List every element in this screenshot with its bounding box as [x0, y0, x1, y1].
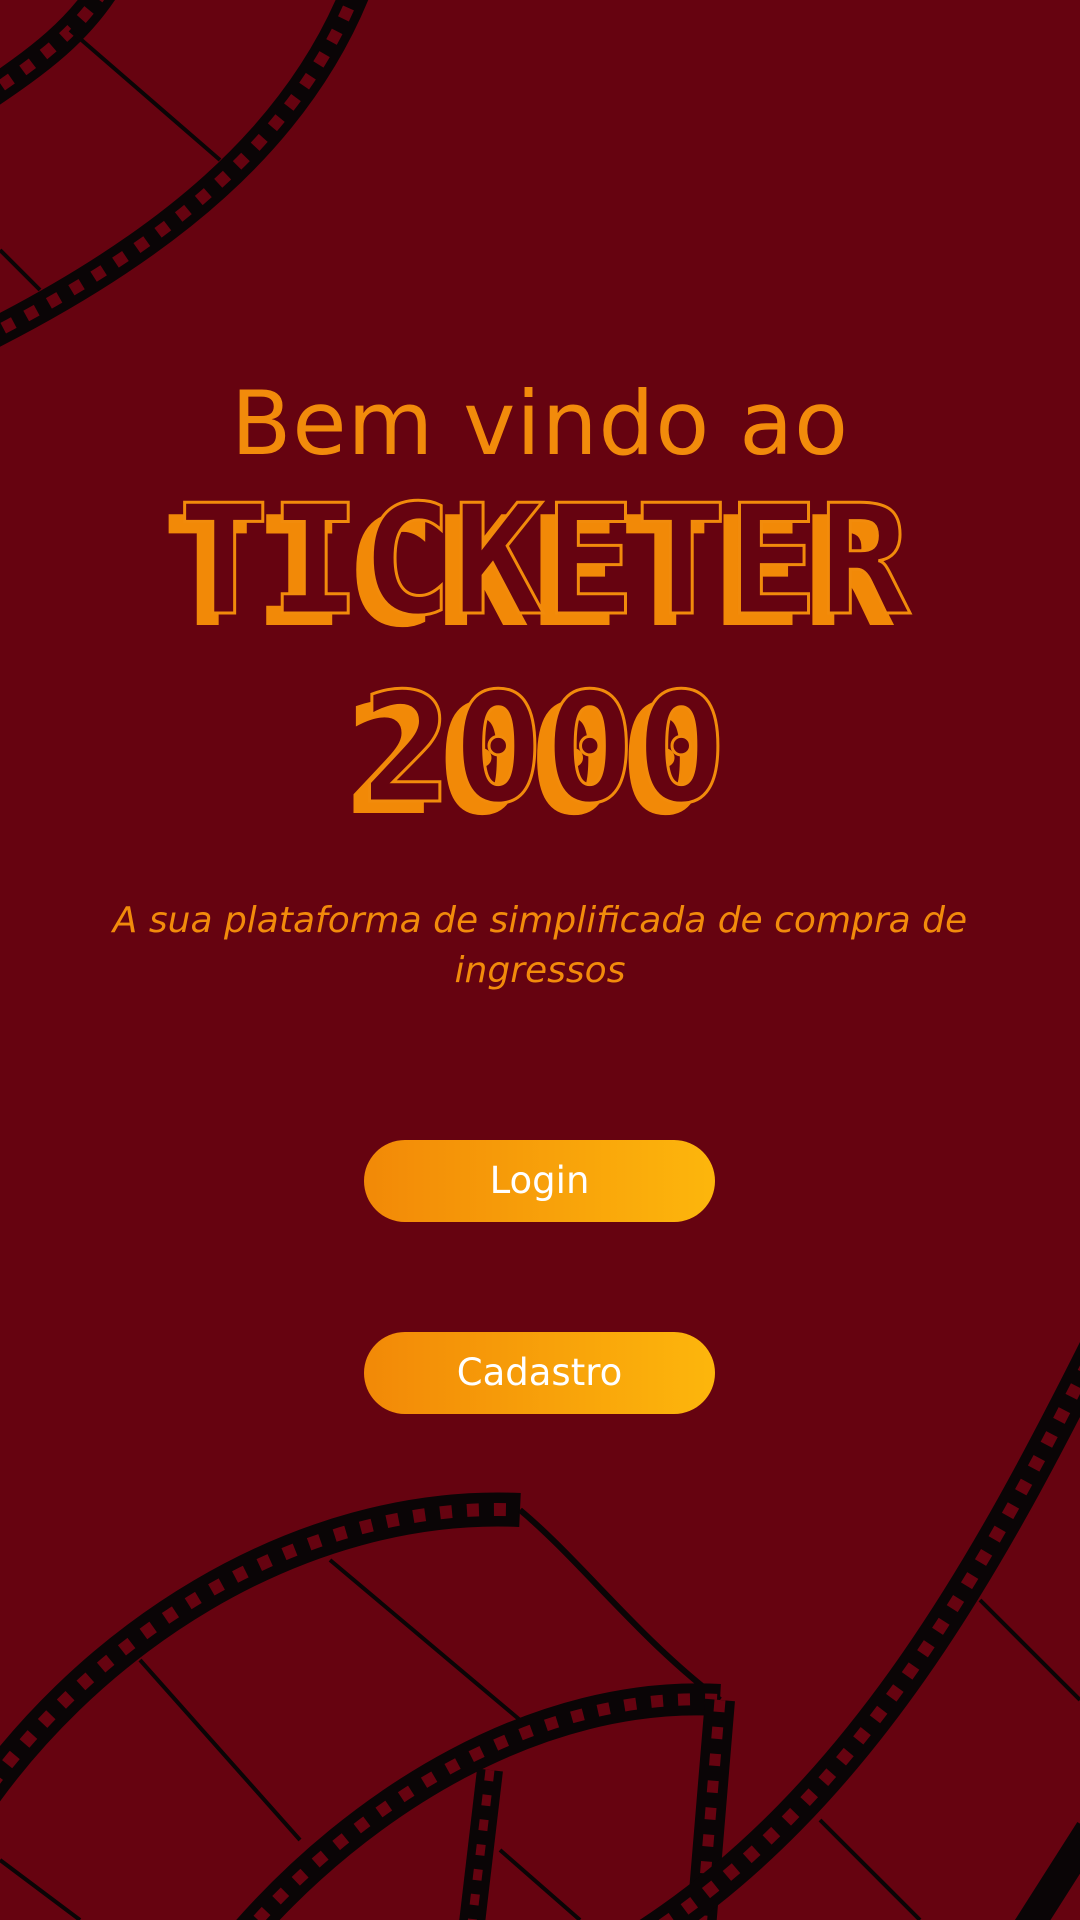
welcome-screen: Bem vindo ao TICKETER 2000 TICKETER 2000… — [0, 0, 1080, 1920]
signup-button[interactable]: Cadastro — [364, 1332, 715, 1414]
logo-line1: TICKETER — [178, 495, 911, 649]
film-strip-bottom-middle — [236, 1683, 735, 1920]
ticketer-logo: TICKETER 2000 TICKETER 2000 — [162, 495, 912, 835]
film-strip-bottom-right — [639, 1341, 1080, 1920]
welcome-title: Bem vindo ao — [231, 371, 849, 475]
film-strip-top-left — [0, 0, 369, 347]
film-strip-bottom-left — [0, 1492, 722, 1920]
tagline: A sua plataforma de simplificada de comp… — [112, 900, 968, 991]
login-button[interactable]: Login — [364, 1140, 715, 1222]
logo-line2: 2000 — [361, 660, 727, 835]
